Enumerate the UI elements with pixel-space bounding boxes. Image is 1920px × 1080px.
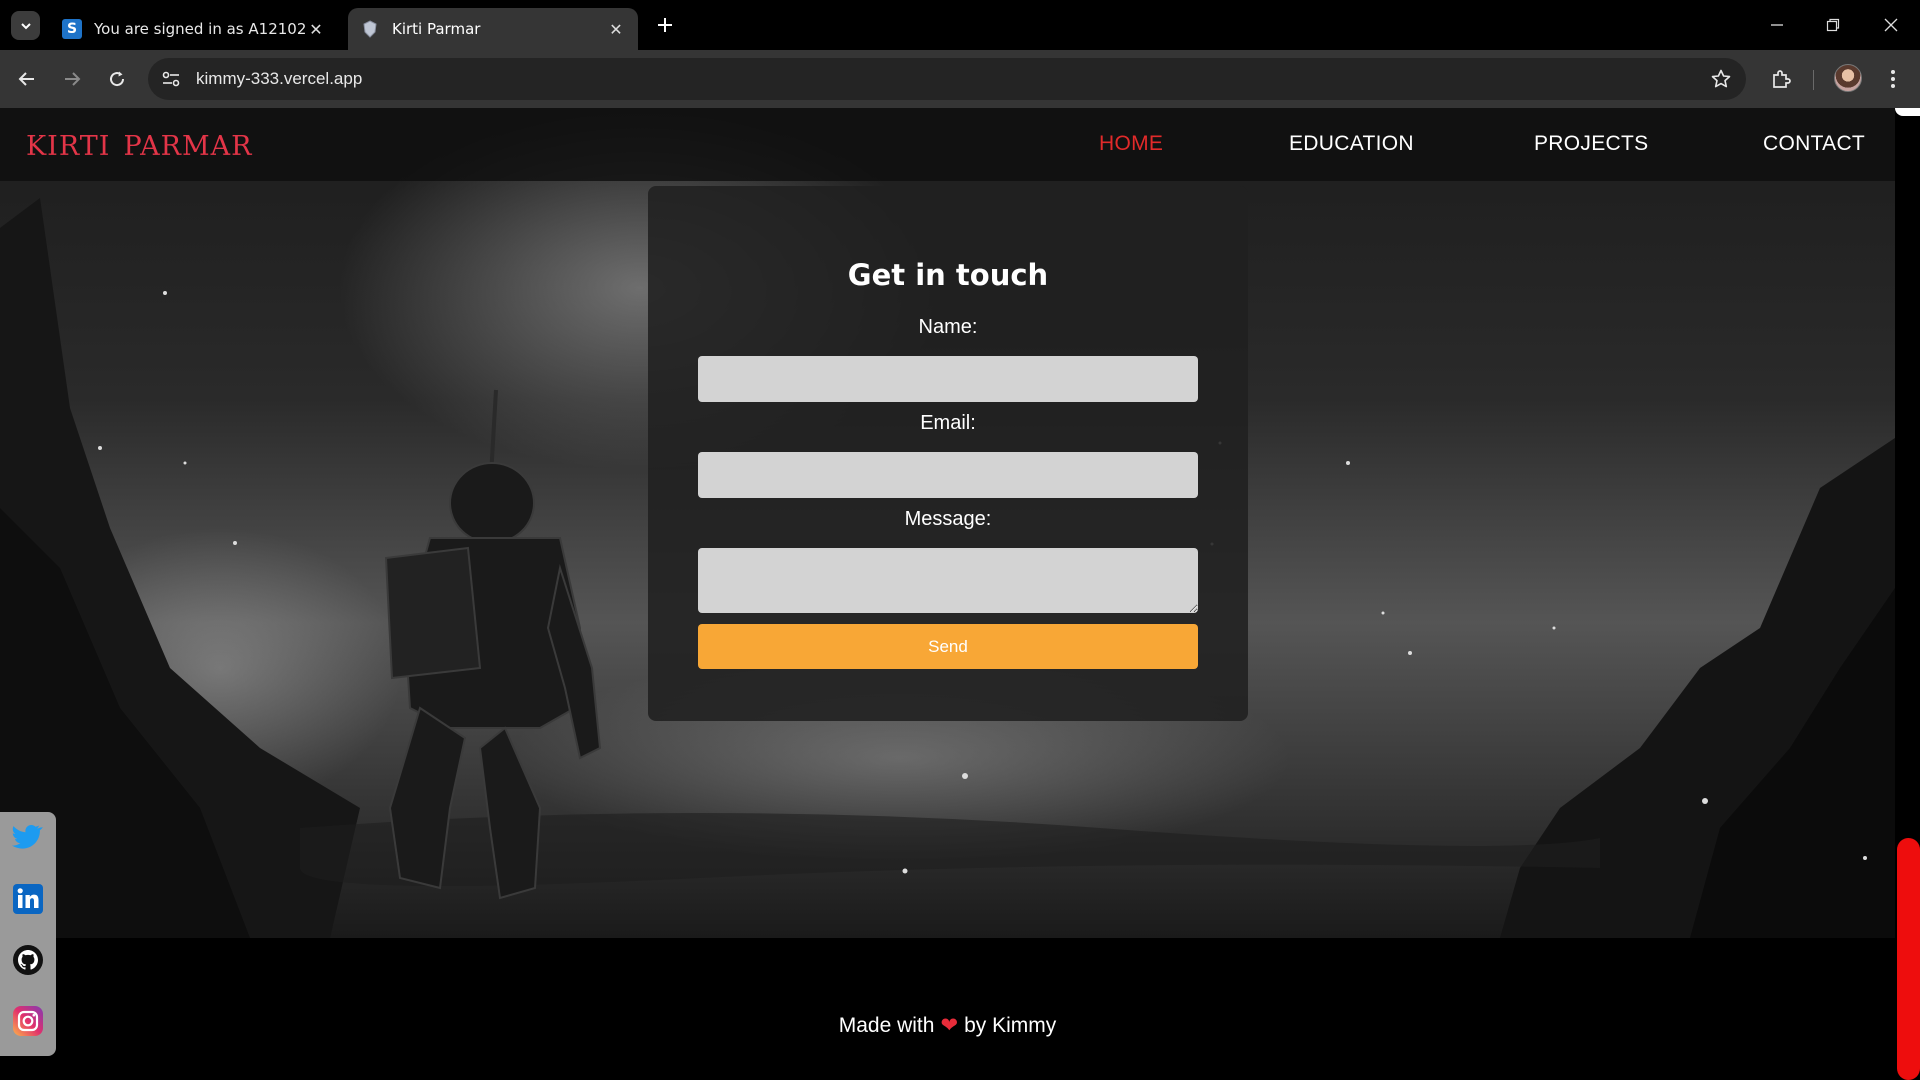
tab-title: Kirti Parmar xyxy=(392,20,481,38)
tab-signed-in[interactable]: S You are signed in as A12102120 ✕ xyxy=(50,8,338,50)
instagram-icon[interactable] xyxy=(12,1005,44,1037)
linkedin-icon[interactable] xyxy=(12,883,44,915)
more-vertical-icon xyxy=(1891,70,1895,88)
arrow-right-icon xyxy=(65,72,81,86)
send-button[interactable]: Send xyxy=(698,624,1198,669)
s-logo-icon: S xyxy=(62,19,82,39)
github-icon[interactable] xyxy=(12,944,44,976)
email-label: Email: xyxy=(920,412,976,434)
extensions-button[interactable] xyxy=(1766,64,1796,94)
back-button[interactable] xyxy=(12,64,42,94)
reload-icon xyxy=(110,71,125,87)
restore-button[interactable] xyxy=(1818,10,1848,40)
close-icon xyxy=(1884,18,1898,32)
contact-form-card: Get in touch Name: Email: Message: Send xyxy=(648,186,1248,721)
bookmark-star-icon[interactable] xyxy=(1710,68,1732,90)
new-tab-button[interactable] xyxy=(651,11,679,39)
twitter-icon[interactable] xyxy=(12,822,44,854)
minimize-button[interactable] xyxy=(1762,10,1792,40)
contact-title: Get in touch xyxy=(847,258,1049,292)
nav-home[interactable]: HOME xyxy=(1099,132,1163,156)
nav-contact[interactable]: CONTACT xyxy=(1763,132,1865,156)
tab-search-button[interactable] xyxy=(11,11,40,40)
profile-avatar[interactable] xyxy=(1834,64,1862,92)
plus-icon xyxy=(658,18,672,32)
nav-projects[interactable]: PROJECTS xyxy=(1534,132,1648,156)
message-label: Message: xyxy=(904,508,992,530)
site-info-icon[interactable] xyxy=(160,68,182,90)
url-text[interactable]: kimmy-333.vercel.app xyxy=(196,69,362,89)
social-links-bar xyxy=(0,812,56,1056)
site-logo[interactable]: KIRTI PARMAR xyxy=(26,120,252,164)
name-label: Name: xyxy=(918,316,978,338)
email-input[interactable] xyxy=(698,452,1198,498)
site-navbar: KIRTI PARMAR HOME EDUCATION PROJECTS CON… xyxy=(0,108,1895,181)
heart-icon: ❤ xyxy=(940,1014,959,1037)
reload-button[interactable] xyxy=(102,64,132,94)
browser-tab-bar: S You are signed in as A12102120 ✕ Kirti… xyxy=(0,0,1920,50)
arrow-left-icon xyxy=(18,72,34,86)
address-bar[interactable]: kimmy-333.vercel.app xyxy=(148,58,1746,100)
chevron-down-icon xyxy=(20,22,31,29)
page-viewport: KIRTI PARMAR HOME EDUCATION PROJECTS CON… xyxy=(0,108,1920,1080)
scrollbar-thumb[interactable] xyxy=(1897,838,1920,1080)
minimize-icon xyxy=(1771,24,1783,26)
footer-credit: Made with ❤ by Kimmy xyxy=(0,1013,1895,1038)
tab-title: You are signed in as A12102120 xyxy=(94,20,306,38)
tab-kirti-parmar[interactable]: Kirti Parmar ✕ xyxy=(348,8,638,50)
close-window-button[interactable] xyxy=(1876,10,1906,40)
message-textarea[interactable] xyxy=(698,548,1198,613)
toolbar-divider xyxy=(1813,70,1814,90)
close-icon[interactable]: ✕ xyxy=(606,19,626,39)
footer-made-with: Made with xyxy=(838,1014,935,1037)
browser-toolbar: kimmy-333.vercel.app xyxy=(0,50,1920,108)
footer-by: by Kimmy xyxy=(964,1014,1057,1037)
restore-icon xyxy=(1826,18,1840,32)
name-input[interactable] xyxy=(698,356,1198,402)
scrollbar-top-cap xyxy=(1895,108,1920,116)
close-icon[interactable]: ✕ xyxy=(306,19,326,39)
nav-education[interactable]: EDUCATION xyxy=(1289,132,1414,156)
browser-menu-button[interactable] xyxy=(1878,64,1908,94)
puzzle-icon xyxy=(1773,70,1791,88)
forward-button[interactable] xyxy=(57,64,87,94)
shield-icon xyxy=(360,19,380,39)
